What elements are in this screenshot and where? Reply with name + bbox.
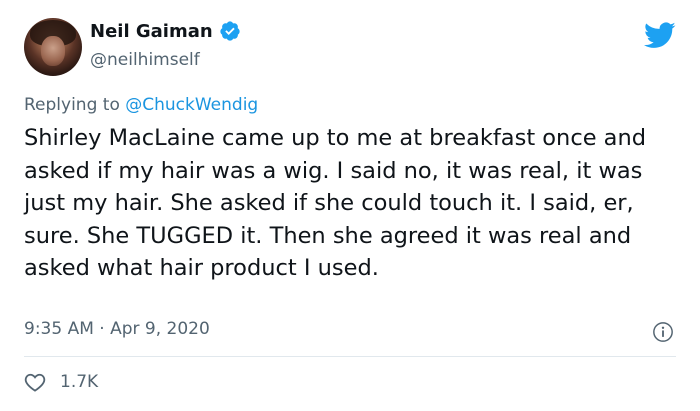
divider xyxy=(24,356,676,357)
reply-prefix: Replying to xyxy=(24,95,126,115)
reply-mention-link[interactable]: @ChuckWendig xyxy=(125,95,258,115)
heart-icon xyxy=(24,373,46,392)
author-name[interactable]: Neil Gaiman xyxy=(90,21,213,42)
author-name-row: Neil Gaiman xyxy=(90,20,241,42)
info-icon[interactable] xyxy=(652,321,674,343)
avatar[interactable] xyxy=(24,18,82,76)
like-count: 1.7K xyxy=(60,372,99,392)
like-button[interactable]: 1.7K xyxy=(24,372,98,392)
reply-context: Replying to @ChuckWendig xyxy=(24,95,258,115)
verified-badge-icon xyxy=(220,21,240,41)
tweet-timestamp[interactable]: 9:35 AM · Apr 9, 2020 xyxy=(24,319,210,339)
author-handle[interactable]: @neilhimself xyxy=(90,50,200,70)
avatar-face xyxy=(41,36,65,66)
twitter-bird-icon[interactable] xyxy=(644,22,676,49)
tweet-text: Shirley MacLaine came up to me at breakf… xyxy=(24,125,647,281)
